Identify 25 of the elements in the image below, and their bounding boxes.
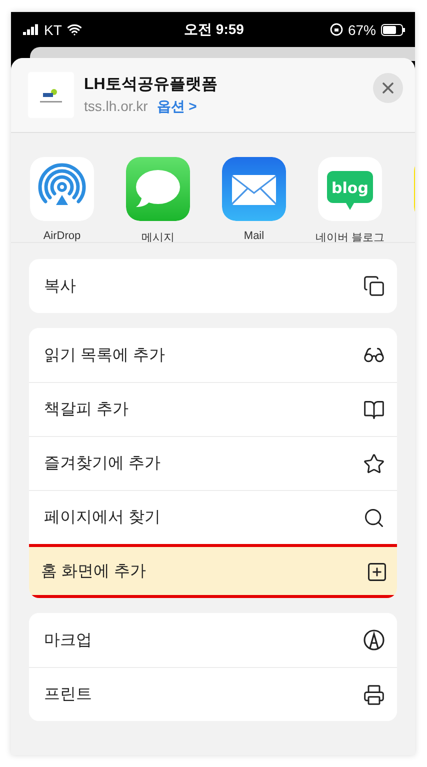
signal-icon xyxy=(23,24,39,35)
search-icon xyxy=(363,506,385,528)
printer-icon xyxy=(363,684,385,706)
speech-bubble-icon[interactable] xyxy=(126,157,190,221)
plus-square-icon xyxy=(366,560,388,582)
wifi-icon xyxy=(66,22,82,37)
pen-tip-icon xyxy=(363,629,385,651)
battery-icon xyxy=(380,24,405,36)
lock-rotation-icon xyxy=(330,23,343,36)
app-label: AirDrop xyxy=(43,230,81,242)
app-label: Mail xyxy=(244,230,264,242)
highlighted-action-row[interactable]: 홈 화면에 추가 xyxy=(29,544,397,598)
battery-percent: 67% xyxy=(348,22,376,38)
options-link[interactable]: 옵션 > xyxy=(156,98,197,116)
envelope-icon[interactable] xyxy=(222,157,286,221)
copy-icon xyxy=(363,275,385,297)
site-logo xyxy=(28,72,74,118)
site-title: LH토석공유플랫폼 xyxy=(84,75,218,95)
close-button[interactable] xyxy=(373,73,403,103)
star-icon xyxy=(363,452,385,474)
book-icon xyxy=(363,398,385,420)
site-url: tss.lh.or.kr xyxy=(84,98,148,116)
clock-time: 오전 9:59 xyxy=(183,20,245,38)
airdrop-icon[interactable] xyxy=(30,157,94,221)
carrier-label: KT xyxy=(44,22,62,38)
